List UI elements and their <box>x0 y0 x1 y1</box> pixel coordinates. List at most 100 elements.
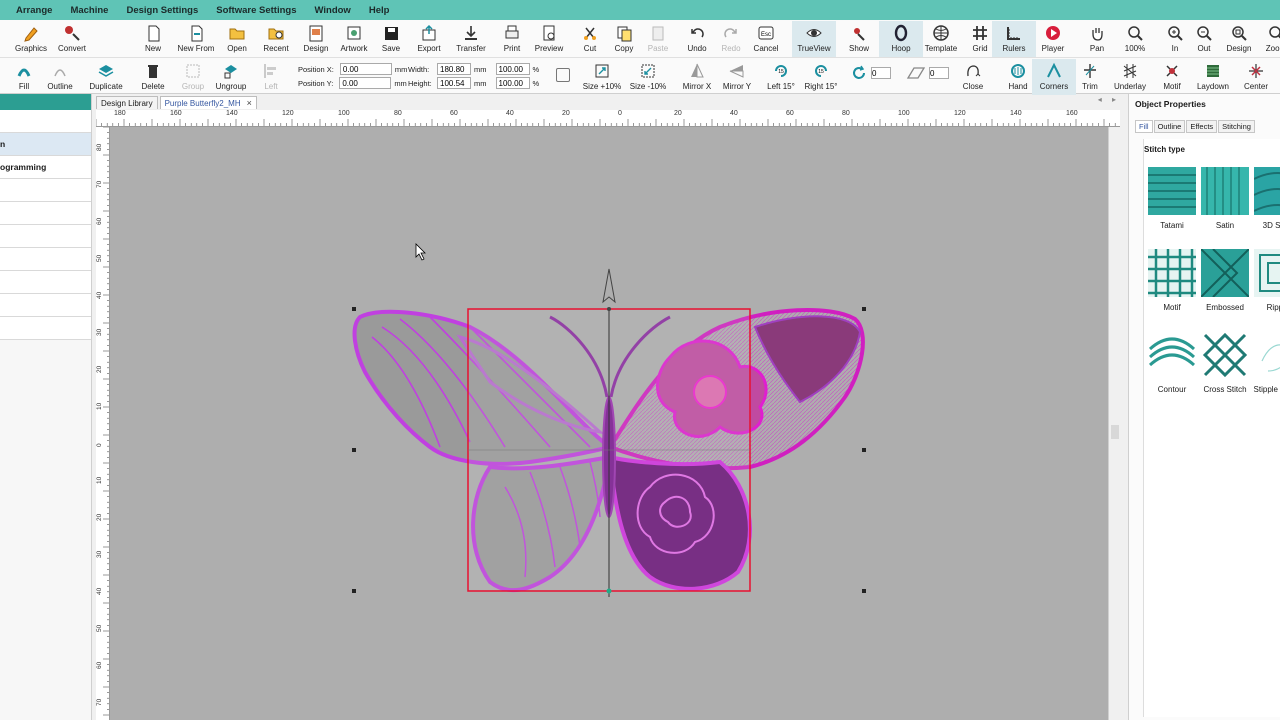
position-y-input[interactable] <box>339 77 392 89</box>
left-panel-item[interactable] <box>0 225 91 248</box>
ruler-label: 10 <box>96 476 103 484</box>
stitch-option[interactable]: Motif <box>1146 249 1198 312</box>
tab-design-library[interactable]: Design Library <box>96 96 158 109</box>
left-panel-item[interactable] <box>0 271 91 294</box>
proportion-lock-icon[interactable] <box>556 68 570 82</box>
stitch-option[interactable]: Satin <box>1199 167 1251 230</box>
width-input[interactable] <box>437 63 471 75</box>
tool-globe-button[interactable]: Template <box>919 21 963 57</box>
menu-arrange[interactable]: Arrange <box>16 5 52 16</box>
tab-fill[interactable]: Fill <box>1135 120 1153 133</box>
tool-pencil-button[interactable]: Graphics <box>9 21 53 57</box>
ruler-label: 120 <box>282 110 294 117</box>
tool-convert-button[interactable]: Convert <box>50 21 94 57</box>
tool-rotate-left-button[interactable]: 15 Left 15° <box>759 59 803 95</box>
tool-outline-button[interactable]: Outline <box>38 59 82 95</box>
position-x-input[interactable] <box>339 63 392 75</box>
stitch-option-label: Embossed <box>1206 303 1244 312</box>
stitch-option[interactable]: Tatami <box>1146 167 1198 230</box>
tab-purple-butterfly[interactable]: Purple Butterfly2_MH × <box>159 96 257 109</box>
left-panel-item[interactable] <box>0 110 91 133</box>
design-icon <box>309 25 323 42</box>
tool-esc-button[interactable]: Esc Cancel <box>744 21 788 57</box>
tool-transfer-button[interactable]: Transfer <box>449 21 493 57</box>
tool-label: Player <box>1041 44 1065 53</box>
tool-mirror-x-button[interactable]: Mirror X <box>675 59 719 95</box>
rotate-angle-input[interactable] <box>871 67 891 79</box>
tool-duplicate-button[interactable]: Duplicate <box>84 59 128 95</box>
tool-label: Design <box>1226 44 1252 53</box>
tab-stitching[interactable]: Stitching <box>1218 120 1255 133</box>
tool-size-up-button[interactable]: Size +10% <box>580 59 624 95</box>
tool-zoom-100-button[interactable]: 100% <box>1113 21 1157 57</box>
menu-window[interactable]: Window <box>315 5 351 16</box>
left-panel-item[interactable]: n <box>0 133 91 156</box>
tool-close-shape-button[interactable]: Close <box>951 59 995 95</box>
rotate-icon[interactable] <box>850 64 868 82</box>
tool-zoom-button[interactable]: Zoom <box>1254 21 1280 57</box>
height-label: Height: <box>408 78 432 88</box>
menu-machine[interactable]: Machine <box>70 5 108 16</box>
tool-rulers-button[interactable]: Rulers <box>992 21 1036 57</box>
tool-align-left-button[interactable]: Left <box>249 59 293 95</box>
tool-mirror-y-button[interactable]: Mirror Y <box>715 59 759 95</box>
tab-close-icon[interactable]: × <box>247 98 252 108</box>
undo-icon <box>691 28 704 38</box>
tool-show-button[interactable]: Show <box>837 21 881 57</box>
stitch-option[interactable]: 3D Satin <box>1252 167 1280 230</box>
tool-laydown-button[interactable]: Laydown <box>1191 59 1235 95</box>
tool-recent-folder-button[interactable]: Recent <box>254 21 298 57</box>
mouse-cursor-icon <box>415 243 426 261</box>
tool-preview-button[interactable]: Preview <box>527 21 571 57</box>
tool-center-button[interactable]: Center <box>1234 59 1278 95</box>
stitch-option[interactable]: Embossed <box>1199 248 1251 312</box>
width-percent-input[interactable] <box>495 63 530 75</box>
stitch-option[interactable]: Cross Stitch <box>1199 331 1251 394</box>
tool-eye-button[interactable]: TrueView <box>792 21 836 57</box>
left-panel-item[interactable] <box>0 179 91 202</box>
left-panel-item[interactable] <box>0 248 91 271</box>
position-x-unit: mm <box>394 64 408 74</box>
left-panel-item[interactable] <box>0 294 91 317</box>
stitch-option[interactable]: Stipple Single <box>1252 331 1280 394</box>
tool-play-button[interactable]: Player <box>1031 21 1075 57</box>
tool-label: Fill <box>18 82 30 91</box>
slant-icon[interactable] <box>906 64 926 82</box>
tool-size-down-button[interactable]: Size -10% <box>626 59 670 95</box>
tool-ungroup-button[interactable]: Ungroup <box>209 59 253 95</box>
left-panel-item[interactable] <box>0 317 91 340</box>
height-input[interactable] <box>437 77 471 89</box>
tab-outline[interactable]: Outline <box>1153 120 1186 133</box>
tool-motif-button[interactable]: Motif <box>1150 59 1194 95</box>
tab-scroll-arrows[interactable]: ◂ ▸ <box>1098 95 1120 104</box>
rotation-handle-icon[interactable] <box>602 268 616 304</box>
menu-design-settings[interactable]: Design Settings <box>126 5 198 16</box>
left-panel-item[interactable]: ogramming <box>0 156 91 179</box>
tool-trash-button[interactable]: Delete <box>131 59 175 95</box>
tool-paste-button[interactable]: Paste <box>636 21 680 57</box>
tool-new-from-button[interactable]: New From <box>174 21 218 57</box>
stitch-swatch-icon <box>1148 331 1196 379</box>
tool-export-button[interactable]: Export <box>407 21 451 57</box>
tool-hoop-button[interactable]: Hoop <box>879 21 923 57</box>
stitch-option[interactable]: Contour <box>1146 331 1198 394</box>
height-percent-input[interactable] <box>495 77 530 89</box>
tool-folder-open-button[interactable]: Open <box>215 21 259 57</box>
menu-help[interactable]: Help <box>369 5 390 16</box>
slant-angle-input[interactable] <box>929 67 949 79</box>
tool-rotate-right-button[interactable]: 15 Right 15° <box>799 59 843 95</box>
canvas-vertical-scrollbar[interactable] <box>1108 127 1120 720</box>
menu-software-settings[interactable]: Software Settings <box>216 5 296 16</box>
tool-label: Mirror X <box>682 82 712 91</box>
tool-trim-button[interactable]: Trim <box>1068 59 1112 95</box>
tab-effects[interactable]: Effects <box>1186 120 1218 133</box>
stitch-option[interactable]: Ripple <box>1252 249 1280 312</box>
stitch-type-label: Stitch type <box>1144 145 1185 154</box>
design-canvas[interactable] <box>110 127 1108 720</box>
size-up-icon <box>595 64 609 78</box>
tool-underlay-button[interactable]: Underlay <box>1108 59 1152 95</box>
tool-label: Open <box>227 44 247 53</box>
tool-new-file-button[interactable]: New <box>131 21 175 57</box>
left-panel-item[interactable] <box>0 202 91 225</box>
scroll-thumb[interactable] <box>1111 425 1119 439</box>
